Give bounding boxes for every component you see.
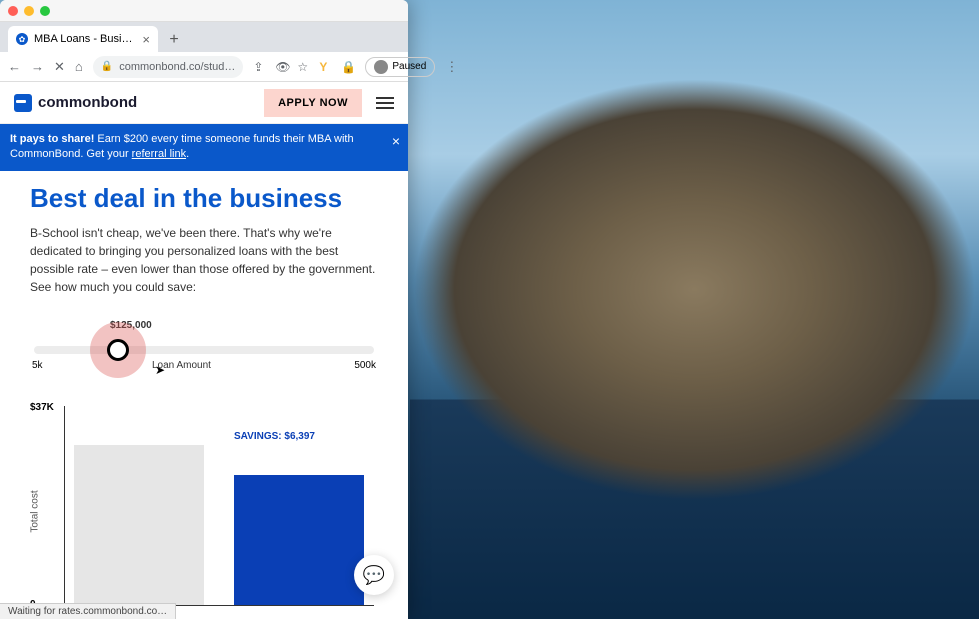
brand-logo[interactable]: commonbond xyxy=(14,94,137,112)
window-minimize-button[interactable] xyxy=(24,6,34,16)
address-bar-row: ← → ✕ ⌂ 🔒 commonbond.co/stud… ⇪ 👁 ☆ Y 🔒 … xyxy=(0,52,408,82)
loan-amount-slider[interactable]: $125,000 5k Loan Amount 500k xyxy=(34,320,374,400)
apply-now-button[interactable]: APPLY NOW xyxy=(264,89,362,117)
star-icon[interactable]: ☆ xyxy=(297,60,311,74)
browser-window: ✿ MBA Loans - Business School × + ← → ✕ … xyxy=(0,0,408,619)
avatar-icon xyxy=(374,60,388,74)
savings-annotation: SAVINGS: $6,397 xyxy=(234,431,315,442)
wallpaper-mountain xyxy=(410,70,979,619)
ext-lock-icon[interactable]: 🔒 xyxy=(341,60,355,74)
new-tab-button[interactable]: + xyxy=(162,28,186,52)
bar-federal xyxy=(74,445,204,605)
promo-bold: It pays to share! xyxy=(10,133,94,145)
brand-name: commonbond xyxy=(38,94,137,111)
slider-label: Loan Amount xyxy=(152,360,211,371)
address-bar[interactable]: 🔒 commonbond.co/stud… xyxy=(93,56,244,78)
overflow-menu-button[interactable]: ⋮ xyxy=(445,59,458,75)
page-body: B-School isn't cheap, we've been there. … xyxy=(30,224,378,296)
bar-commonbond xyxy=(234,475,364,605)
window-close-button[interactable] xyxy=(8,6,18,16)
share-icon[interactable]: ⇪ xyxy=(253,60,267,74)
status-bar: Waiting for rates.commonbond.co… xyxy=(0,603,176,619)
url-text: commonbond.co/stud… xyxy=(119,61,235,73)
slider-min-label: 5k xyxy=(32,360,43,371)
slider-track[interactable] xyxy=(34,346,374,354)
profile-status: Paused xyxy=(392,61,426,72)
promo-close-button[interactable]: × xyxy=(392,132,400,152)
hamburger-menu-button[interactable] xyxy=(376,97,394,109)
promo-banner: It pays to share! Earn $200 every time s… xyxy=(0,124,408,171)
y-tick-top: $37K xyxy=(30,402,54,413)
y-axis-label: Total cost xyxy=(30,490,41,532)
profile-button[interactable]: Paused xyxy=(365,57,435,77)
browser-tab[interactable]: ✿ MBA Loans - Business School × xyxy=(8,26,158,52)
back-button[interactable]: ← xyxy=(8,59,21,74)
tab-favicon-icon: ✿ xyxy=(16,33,28,45)
stop-button[interactable]: ✕ xyxy=(54,59,65,75)
page-title: Best deal in the business xyxy=(30,183,378,214)
forward-button[interactable]: → xyxy=(31,59,44,74)
cost-chart: $37K 0 Total cost SAVINGS: $6,397 xyxy=(34,406,374,606)
tab-strip: ✿ MBA Loans - Business School × + xyxy=(0,22,408,52)
y-axis xyxy=(64,406,65,606)
slider-handle[interactable] xyxy=(107,339,129,361)
window-titlebar xyxy=(0,0,408,22)
promo-dot: . xyxy=(186,148,189,160)
chat-icon: 💬 xyxy=(363,565,385,586)
home-button[interactable]: ⌂ xyxy=(75,59,83,74)
lock-icon: 🔒 xyxy=(101,61,113,72)
logo-mark-icon xyxy=(14,94,32,112)
eye-icon[interactable]: 👁 xyxy=(275,60,289,74)
toolbar-icons: ⇪ 👁 ☆ Y 🔒 xyxy=(253,60,355,74)
chat-bubble-button[interactable]: 💬 xyxy=(354,555,394,595)
tab-close-button[interactable]: × xyxy=(142,32,150,47)
page-header: commonbond APPLY NOW xyxy=(0,82,408,124)
ext-y-icon[interactable]: Y xyxy=(319,60,333,74)
page-content: commonbond APPLY NOW It pays to share! E… xyxy=(0,82,408,619)
referral-link[interactable]: referral link xyxy=(132,148,186,160)
window-zoom-button[interactable] xyxy=(40,6,50,16)
tab-title: MBA Loans - Business School xyxy=(34,33,136,45)
slider-max-label: 500k xyxy=(354,360,376,371)
